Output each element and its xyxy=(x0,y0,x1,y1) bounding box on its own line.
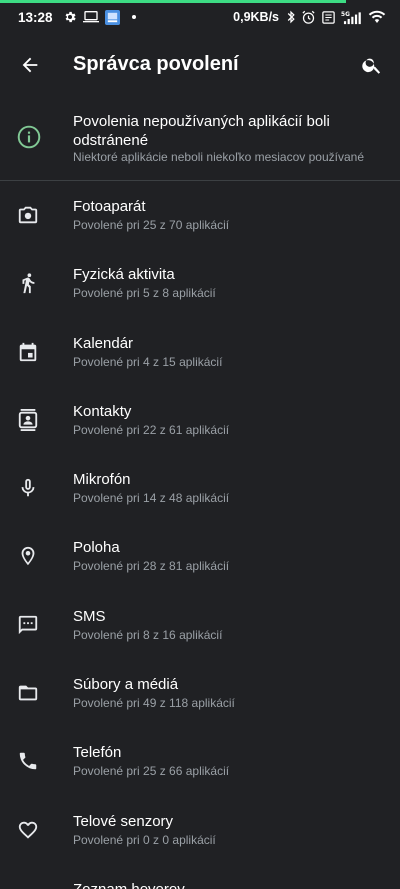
permission-label: Poloha xyxy=(73,539,120,557)
sms-icon xyxy=(16,613,40,637)
permission-subtitle: Povolené pri 28 z 81 aplikácií xyxy=(73,559,230,574)
laptop-icon xyxy=(82,10,99,24)
arrow-back-icon xyxy=(22,57,38,73)
signal-5g-icon: 5G xyxy=(341,10,363,25)
permission-subtitle: Povolené pri 14 z 48 aplikácií xyxy=(73,491,230,506)
search-icon xyxy=(362,58,381,74)
wifi-icon xyxy=(368,10,386,24)
page-title: Správca povolení xyxy=(73,53,239,75)
contacts-icon xyxy=(16,408,40,432)
permission-item-location[interactable]: Poloha Povolené pri 28 z 81 aplikácií xyxy=(0,522,400,590)
more-notifications-dot xyxy=(131,15,136,19)
status-right: 0,9KB/s 5G xyxy=(233,10,386,25)
status-left: 13:28 xyxy=(18,9,136,25)
permission-item-camera[interactable]: Fotoaparát Povolené pri 25 z 70 aplikáci… xyxy=(0,181,400,249)
camera-icon xyxy=(16,203,40,227)
permission-item-physical-activity[interactable]: Fyzická aktivita Povolené pri 5 z 8 apli… xyxy=(0,249,400,317)
permission-list: Fotoaparát Povolené pri 25 z 70 aplikáci… xyxy=(0,181,400,889)
permission-subtitle: Povolené pri 0 z 0 aplikácií xyxy=(73,832,216,847)
folder-icon xyxy=(16,681,40,705)
permission-item-call-log[interactable]: Zoznam hovorov xyxy=(0,864,400,889)
permission-item-microphone[interactable]: Mikrofón Povolené pri 14 z 48 aplikácií xyxy=(0,454,400,522)
permission-subtitle: Povolené pri 25 z 70 aplikácií xyxy=(73,218,230,232)
gear-icon xyxy=(63,10,77,24)
permission-subtitle: Povolené pri 49 z 118 aplikácií xyxy=(73,696,235,711)
alarm-icon xyxy=(301,10,316,25)
notice-subtitle: Niektoré aplikácie neboli niekoľko mesia… xyxy=(73,150,364,164)
status-bar: 13:28 0,9KB/s 5G xyxy=(0,0,400,34)
walking-icon xyxy=(16,271,40,295)
permission-item-calendar[interactable]: Kalendár Povolené pri 4 z 15 aplikácií xyxy=(0,318,400,386)
permission-subtitle: Povolené pri 4 z 15 aplikácií xyxy=(73,354,223,369)
permission-label: Zoznam hovorov xyxy=(73,881,185,889)
unused-apps-notice[interactable]: Povolenia nepoužívaných aplikácií boli o… xyxy=(0,96,400,180)
back-button[interactable] xyxy=(14,49,46,81)
search-button[interactable] xyxy=(356,49,388,81)
permission-label: Fyzická aktivita xyxy=(73,266,175,284)
calendar-icon xyxy=(16,340,40,364)
heart-icon xyxy=(16,818,40,842)
permission-item-sms[interactable]: SMS Povolené pri 8 z 16 aplikácií xyxy=(0,591,400,659)
permission-item-body-sensors[interactable]: Telové senzory Povolené pri 0 z 0 apliká… xyxy=(0,796,400,864)
vibrate-off-icon xyxy=(321,10,336,25)
permission-label: Telefón xyxy=(73,744,122,762)
permission-subtitle: Povolené pri 22 z 61 aplikácií xyxy=(73,422,230,437)
permission-label: Fotoaparát xyxy=(73,198,146,215)
info-icon xyxy=(16,124,42,150)
screen: 13:28 0,9KB/s 5G Správca povolení Povole… xyxy=(0,0,400,889)
permission-subtitle: Povolené pri 25 z 66 aplikácií xyxy=(73,764,230,779)
permission-label: SMS xyxy=(73,607,106,625)
bluetooth-icon xyxy=(286,10,296,24)
phone-icon xyxy=(16,749,40,773)
app-bar: Správca povolení xyxy=(0,34,400,96)
microphone-icon xyxy=(16,476,40,500)
permission-label: Telové senzory xyxy=(73,812,174,830)
permission-item-contacts[interactable]: Kontakty Povolené pri 22 z 61 aplikácií xyxy=(0,386,400,454)
network-speed: 0,9KB/s xyxy=(233,10,279,24)
app-notification-icon xyxy=(104,9,120,25)
notice-title: Povolenia nepoužívaných aplikácií boli o… xyxy=(73,113,330,149)
permission-label: Kalendár xyxy=(73,334,134,352)
permission-subtitle: Povolené pri 8 z 16 aplikácií xyxy=(73,627,223,642)
permission-label: Kontakty xyxy=(73,402,132,420)
location-pin-icon xyxy=(16,544,40,568)
status-time: 13:28 xyxy=(18,9,53,25)
permission-item-phone[interactable]: Telefón Povolené pri 25 z 66 aplikácií xyxy=(0,727,400,795)
permission-subtitle: Povolené pri 5 z 8 aplikácií xyxy=(73,286,216,301)
permission-item-files-media[interactable]: Súbory a médiá Povolené pri 49 z 118 apl… xyxy=(0,659,400,727)
permission-label: Mikrofón xyxy=(73,471,131,489)
svg-text:5G: 5G xyxy=(341,12,350,18)
permission-label: Súbory a médiá xyxy=(73,676,179,694)
